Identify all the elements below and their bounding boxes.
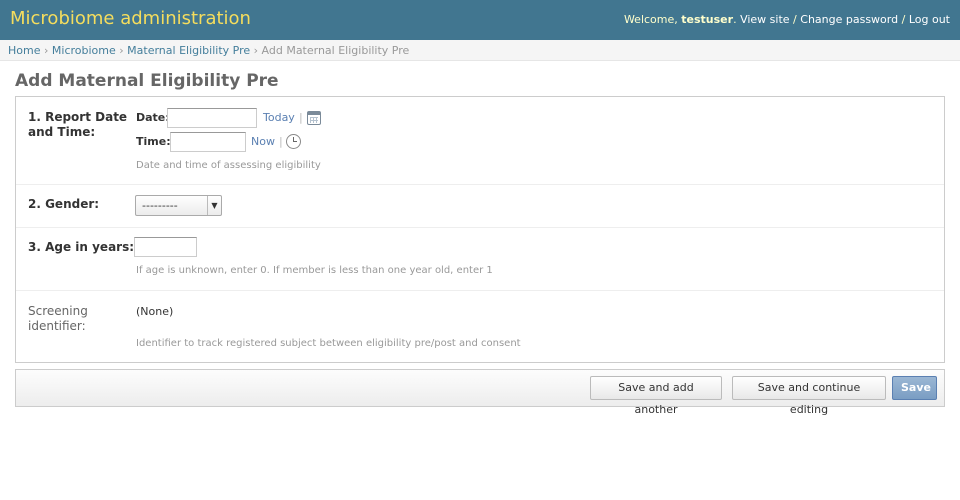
page-title: Add Maternal Eligibility Pre: [15, 71, 279, 91]
age-input[interactable]: [134, 237, 197, 257]
save-and-continue-button[interactable]: Save and continue editing: [732, 376, 886, 416]
report-datetime-help: Date and time of assessing eligibility: [136, 160, 321, 171]
breadcrumb-separator: ›: [43, 44, 49, 57]
date-input[interactable]: [167, 108, 257, 128]
log-out-link[interactable]: Log out: [909, 13, 950, 26]
gender-select-value: ---------: [142, 199, 178, 212]
report-datetime-label-line2: and Time:: [28, 125, 96, 139]
breadcrumb: Home › Microbiome › Maternal Eligibility…: [0, 40, 960, 61]
gender-select[interactable]: --------- ▼: [135, 195, 222, 216]
header: Microbiome administration Welcome, testu…: [0, 0, 960, 40]
form-row-gender: 2. Gender: --------- ▼: [16, 185, 944, 228]
view-site-link[interactable]: View site: [740, 13, 789, 26]
calendar-icon[interactable]: [307, 111, 321, 125]
screening-identifier-label-line1: Screening: [28, 304, 88, 318]
now-link[interactable]: Now: [251, 135, 275, 148]
report-datetime-label: 1. Report Date and Time:: [28, 110, 127, 140]
screening-identifier-label: Screening identifier:: [28, 304, 88, 334]
form-row-age: 3. Age in years: If age is unknown, ente…: [16, 228, 944, 291]
save-button[interactable]: Save: [892, 376, 937, 400]
form-row-report-datetime: 1. Report Date and Time: Date: Today | T…: [16, 97, 944, 185]
breadcrumb-separator: ›: [119, 44, 124, 57]
form-row-screening-identifier: Screening identifier: (None) Identifier …: [16, 291, 944, 363]
date-label: Date:: [136, 111, 170, 124]
age-help: If age is unknown, enter 0. If member is…: [136, 265, 493, 276]
time-input[interactable]: [170, 132, 246, 152]
site-title: Microbiome administration: [10, 8, 251, 29]
today-link[interactable]: Today: [263, 111, 295, 124]
user-tools-separator: /: [901, 13, 906, 26]
breadcrumb-maternal-eligibility-pre[interactable]: Maternal Eligibility Pre: [127, 44, 250, 57]
breadcrumb-separator: ›: [253, 44, 259, 57]
age-label: 3. Age in years:: [28, 240, 135, 254]
user-tools: Welcome, testuser. View site / Change pa…: [623, 13, 950, 26]
shortcut-separator: |: [299, 111, 303, 124]
report-datetime-label-line1: 1. Report Date: [28, 110, 128, 124]
breadcrumb-home[interactable]: Home: [8, 44, 40, 57]
welcome-text: Welcome,: [623, 13, 678, 26]
shortcut-separator: |: [279, 135, 283, 148]
breadcrumb-current: Add Maternal Eligibility Pre: [261, 44, 410, 57]
screening-identifier-label-line2: identifier:: [28, 319, 86, 333]
gender-label: 2. Gender:: [28, 197, 100, 211]
save-and-add-another-button[interactable]: Save and add another: [590, 376, 722, 416]
screening-identifier-value: (None): [136, 305, 174, 318]
user-tools-separator: /: [793, 13, 797, 26]
submit-row: Save and add another Save and continue e…: [15, 369, 945, 416]
username: testuser: [681, 13, 734, 26]
form-fieldset: 1. Report Date and Time: Date: Today | T…: [15, 96, 945, 363]
clock-icon[interactable]: [286, 134, 301, 149]
breadcrumb-microbiome[interactable]: Microbiome: [52, 44, 116, 57]
chevron-down-icon: ▼: [207, 196, 221, 215]
change-password-link[interactable]: Change password: [800, 13, 898, 26]
time-label: Time:: [136, 135, 171, 148]
screening-identifier-help: Identifier to track registered subject b…: [136, 338, 521, 349]
